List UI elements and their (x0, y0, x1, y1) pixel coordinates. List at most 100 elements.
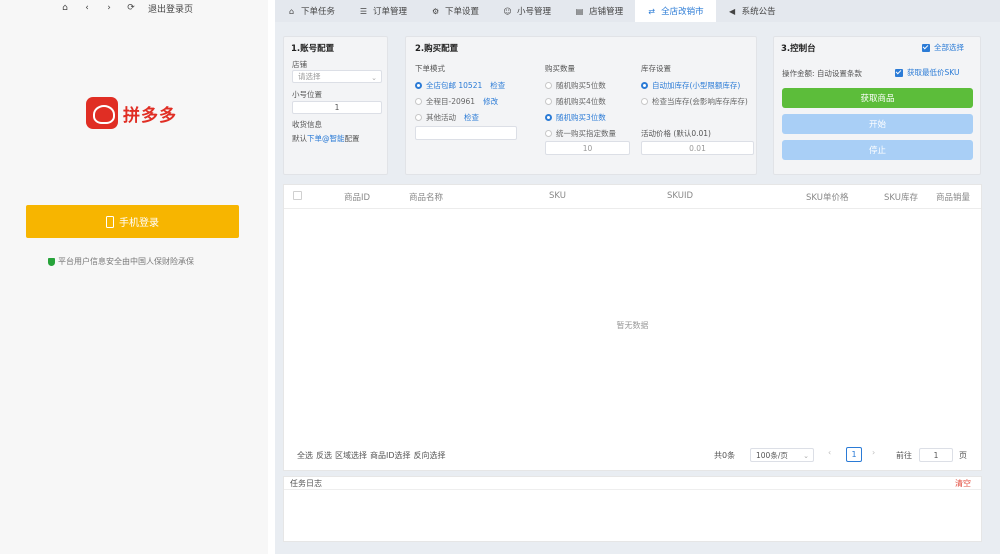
order-mode-label-text: 全店包邮 10521 (426, 81, 483, 90)
select-all-action[interactable]: 全选 (297, 450, 313, 461)
modify-link[interactable]: 修改 (483, 96, 498, 107)
users-icon: ☺ (503, 6, 512, 16)
select-all-checkbox[interactable]: 全部选择 (922, 42, 964, 53)
tab-full-shop[interactable]: ⇄ 全店改销市 (635, 0, 716, 22)
clear-log-button[interactable]: 清空 (955, 478, 971, 489)
tab-order-management[interactable]: ☰ 订单管理 (347, 0, 419, 22)
order-mode-option[interactable]: 全店包邮 10521 检查 (415, 80, 505, 91)
back-button[interactable]: ‹ (82, 3, 92, 13)
logout-link[interactable]: 退出登录页 (148, 2, 193, 15)
receiver-prefix: 默认 (292, 134, 307, 143)
control-card: 3.控制台 全部选择 操作金额: 自动设置条款 获取最低价SKU 获取商品 开始… (773, 36, 981, 175)
range-select-action[interactable]: 区域选择 (335, 450, 367, 461)
order-mode-option[interactable]: 全程目-20961 修改 (415, 96, 498, 107)
quantity-option[interactable]: 随机购买4位数 (545, 96, 606, 107)
quantity-option-label: 随机购买4位数 (556, 97, 606, 106)
page-size-value: 100条/页 (756, 450, 788, 460)
shop-label: 店铺 (292, 60, 307, 69)
selection-actions: 全选 反选 区域选择 商品ID选择 反向选择 (297, 450, 446, 461)
quantity-option-label: 随机购买3位数 (556, 113, 606, 122)
column-header: 商品名称 (409, 193, 444, 203)
tab-label: 店铺管理 (589, 7, 624, 17)
activity-input[interactable] (415, 126, 517, 140)
prev-page-button[interactable]: ‹ (828, 448, 831, 457)
tab-label: 全店改销市 (661, 7, 704, 17)
list-icon: ☰ (359, 6, 368, 16)
product-table: 商品ID 商品名称 SKU SKUID SKU单价格 SKU库存 商品销量 暂无… (283, 184, 982, 471)
order-mode-label-text: 其他活动 (426, 113, 456, 122)
column-header: 商品销量 (936, 193, 971, 203)
check-link[interactable]: 检查 (464, 112, 479, 123)
shop-select[interactable]: 请选择 ⌄ (292, 70, 382, 83)
goto-page-input[interactable]: 1 (919, 448, 953, 462)
quantity-option[interactable]: 统一购买指定数量 (545, 128, 616, 139)
reverse-select-action[interactable]: 反向选择 (414, 450, 446, 461)
main-panel: ⌂ 下单任务 ☰ 订单管理 ⚙ 下单设置 ☺ 小号管理 ▤ 店铺管理 ⇄ 全店改销市 ◀ 系统… (275, 0, 1000, 554)
invert-selection-action[interactable]: 反选 (316, 450, 332, 461)
order-mode-label-text: 全程目-20961 (426, 97, 476, 106)
price-input[interactable]: 0.01 (641, 141, 754, 155)
receiver-label: 收货信息 (292, 120, 322, 129)
browser-toolbar: ⌂ ‹ › ⟳ 退出登录页 (60, 0, 193, 16)
brand-logo: 拼多多 (86, 97, 177, 129)
phone-login-button[interactable]: 手机登录 (26, 205, 239, 238)
select-all-label: 全部选择 (934, 43, 964, 52)
home-icon: ⌂ (288, 6, 295, 16)
radio-dot (415, 82, 422, 89)
order-mode-label: 下单模式 (415, 64, 445, 73)
lowest-sku-label: 获取最低价SKU (907, 68, 960, 77)
quantity-option-label: 统一购买指定数量 (556, 129, 616, 138)
empty-state: 暂无数据 (616, 321, 649, 330)
small-account-input[interactable]: 1 (292, 101, 382, 114)
shield-icon (48, 257, 55, 266)
tab-small-accounts[interactable]: ☺ 小号管理 (491, 0, 563, 22)
tab-order-settings[interactable]: ⚙ 下单设置 (419, 0, 491, 22)
home-icon[interactable]: ⌂ (60, 3, 70, 13)
tab-announcements[interactable]: ◀ 系统公告 (716, 0, 788, 22)
fetch-products-button[interactable]: 获取商品 (782, 88, 973, 108)
table-footer: 全选 反选 区域选择 商品ID选择 反向选择 共0条 100条/页 ⌄ ‹ 1 … (284, 443, 981, 468)
column-header: SKU库存 (884, 193, 918, 203)
buy-config-title: 2.购买配置 (415, 44, 459, 54)
price-label-text: 活动价格 (641, 129, 671, 138)
start-button[interactable]: 开始 (782, 114, 973, 134)
stock-option[interactable]: 检查当库存(会影响库存库存) (641, 96, 748, 107)
page-size-select[interactable]: 100条/页 ⌄ (750, 448, 814, 462)
login-panel: ⌂ ‹ › ⟳ 退出登录页 拼多多 手机登录 平台用户信息安全由中国人保财险承保 (0, 0, 268, 554)
receiver-suffix: 配置 (344, 134, 360, 143)
column-header: 商品ID (344, 193, 371, 203)
stop-button[interactable]: 停止 (782, 140, 973, 160)
tab-label: 系统公告 (741, 7, 776, 17)
tab-order-task[interactable]: ⌂ 下单任务 (275, 0, 347, 22)
check-link[interactable]: 检查 (490, 80, 505, 91)
forward-button[interactable]: › (104, 3, 114, 13)
safety-text: 平台用户信息安全由中国人保财险承保 (58, 257, 194, 266)
task-log-title: 任务日志 (290, 479, 322, 488)
lowest-sku-checkbox[interactable]: 获取最低价SKU (895, 67, 959, 78)
total-count: 共0条 (714, 451, 736, 460)
quantity-option[interactable]: 随机购买5位数 (545, 80, 606, 91)
safety-notice: 平台用户信息安全由中国人保财险承保 (48, 256, 194, 267)
tab-label: 下单设置 (445, 7, 480, 17)
current-page[interactable]: 1 (846, 447, 862, 462)
quantity-input[interactable]: 10 (545, 141, 630, 155)
stock-option-label: 自动加库存(小型限额库存) (652, 81, 741, 90)
gear-icon: ⚙ (431, 6, 440, 16)
buy-config-card: 2.购买配置 下单模式 全店包邮 10521 检查 全程目-20961 修改 其他活… (405, 36, 757, 175)
radio-dot (545, 98, 552, 105)
account-config-card: 1.账号配置 店铺 请选择 ⌄ 小号位置 1 收货信息 默认下单@智能配置 (283, 36, 388, 175)
quantity-option[interactable]: 随机购买3位数 (545, 112, 606, 123)
receiver-link[interactable]: 下单@智能 (307, 134, 345, 143)
price-label: 活动价格 (默认0.01) (641, 128, 711, 139)
megaphone-icon: ◀ (729, 6, 736, 16)
quantity-option-label: 随机购买5位数 (556, 81, 606, 90)
order-mode-option[interactable]: 其他活动 检查 (415, 112, 479, 123)
status-line: 操作金额: 自动设置条款 (782, 68, 862, 79)
refresh-button[interactable]: ⟳ (126, 3, 136, 13)
tab-shop-management[interactable]: ▤ 店铺管理 (563, 0, 635, 22)
status-value: 自动设置条款 (816, 69, 862, 78)
next-page-button[interactable]: › (872, 448, 875, 457)
select-all-rows-checkbox[interactable] (293, 191, 302, 200)
stock-option[interactable]: 自动加库存(小型限额库存) (641, 80, 740, 91)
id-select-action[interactable]: 商品ID选择 (370, 450, 411, 461)
